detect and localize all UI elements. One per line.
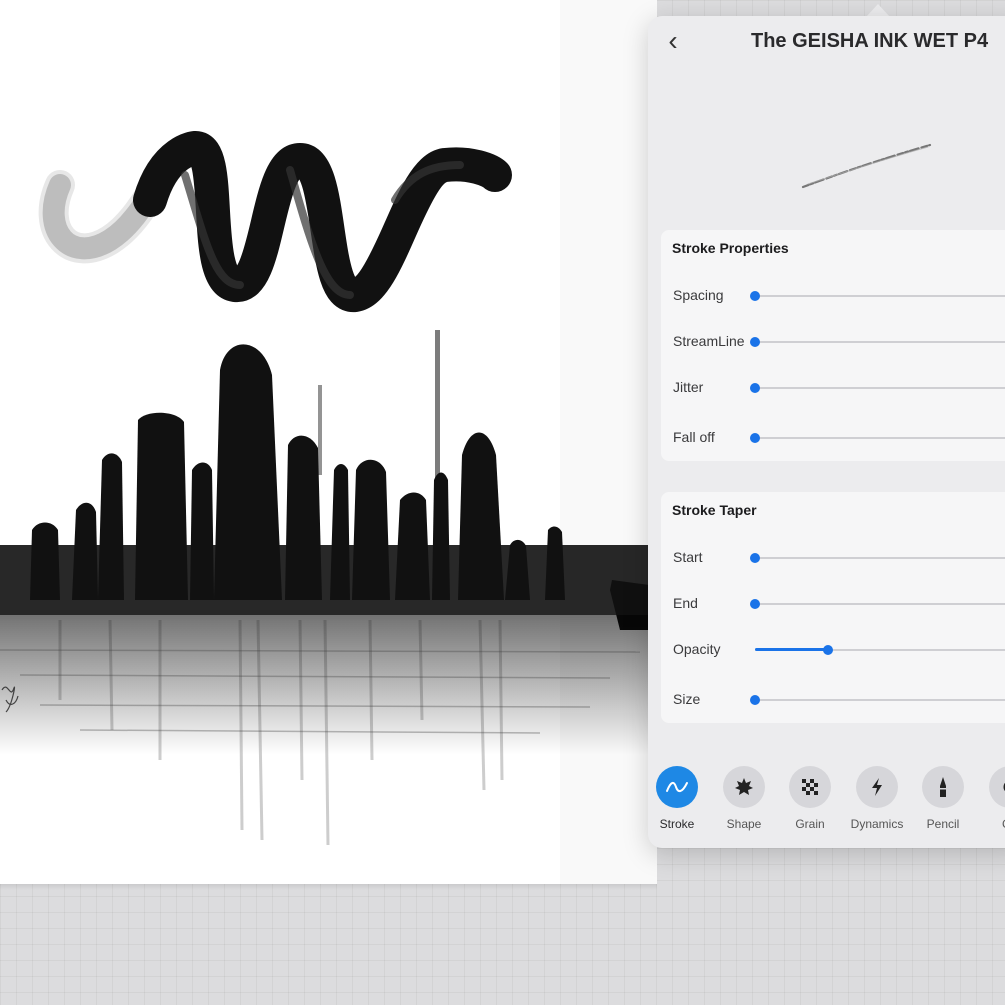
brush-category-tabs: Stroke Shape Grain Dynamics Pencil (648, 766, 1005, 836)
start-slider[interactable] (750, 551, 1005, 565)
stroke-taper-title: Stroke Taper (672, 502, 757, 518)
ink-skyline (0, 330, 657, 630)
ink-artwork (0, 0, 657, 884)
slider-thumb[interactable] (750, 695, 760, 705)
opacity-slider[interactable] (755, 643, 1005, 657)
tab-shape[interactable]: Shape (711, 766, 777, 831)
tab-dynamics[interactable]: Dynamics (844, 766, 910, 831)
fall-off-label: Fall off (673, 429, 715, 445)
fall-off-slider[interactable] (750, 431, 1005, 445)
slider-thumb[interactable] (822, 645, 833, 655)
tab-general[interactable]: Ge (977, 766, 1005, 831)
streamline-slider[interactable] (750, 335, 1005, 349)
tab-grain[interactable]: Grain (777, 766, 843, 831)
brush-settings-panel: ‹ The GEISHA INK WET P4 Stroke Propertie… (648, 16, 1005, 848)
shape-icon (723, 766, 765, 808)
slider-thumb[interactable] (750, 553, 760, 563)
tab-grain-label: Grain (795, 817, 825, 831)
pencil-icon (922, 766, 964, 808)
jitter-slider[interactable] (750, 381, 1005, 395)
tab-pencil[interactable]: Pencil (910, 766, 976, 831)
tab-stroke[interactable]: Stroke (648, 766, 710, 831)
back-button[interactable]: ‹ (662, 25, 684, 56)
tab-stroke-label: Stroke (659, 817, 695, 831)
stroke-path-icon (656, 766, 698, 808)
tab-general-label: Ge (977, 817, 1005, 831)
ink-reflection (0, 615, 657, 846)
end-label: End (673, 595, 698, 611)
lightning-icon (856, 766, 898, 808)
stroke-properties-title: Stroke Properties (672, 240, 789, 256)
chevron-left-icon: ‹ (668, 25, 678, 56)
stroke-properties-card: Stroke Properties Spacing StreamLine Jit… (661, 230, 1005, 461)
size-label: Size (673, 691, 701, 707)
jitter-label: Jitter (673, 379, 704, 395)
end-slider[interactable] (750, 597, 1005, 611)
slider-thumb[interactable] (750, 433, 760, 443)
grain-icon (789, 766, 831, 808)
spacing-slider[interactable] (750, 289, 1005, 303)
stroke-taper-card: Stroke Taper Start End Opacity Size (661, 492, 1005, 723)
slider-thumb[interactable] (750, 337, 760, 347)
tab-shape-label: Shape (726, 817, 762, 831)
canvas-edge-shade (560, 0, 657, 884)
brush-name-title: The GEISHA INK WET P4 (751, 30, 989, 52)
canvas-shadow (0, 884, 657, 890)
tab-dynamics-label: Dynamics (850, 817, 904, 831)
drawing-canvas[interactable] (0, 0, 657, 884)
spacing-label: Spacing (673, 287, 724, 303)
slider-thumb[interactable] (750, 599, 760, 609)
brush-stroke-preview[interactable] (648, 72, 1005, 232)
gear-icon (989, 766, 1005, 808)
tab-pencil-label: Pencil (926, 817, 960, 831)
start-label: Start (673, 549, 703, 565)
opacity-label: Opacity (673, 641, 721, 657)
streamline-label: StreamLine (673, 333, 745, 349)
slider-thumb[interactable] (750, 383, 760, 393)
preview-stroke-graphic (801, 143, 932, 189)
size-slider[interactable] (750, 693, 1005, 707)
slider-thumb[interactable] (750, 291, 760, 301)
brush-stroke-sample (38, 131, 512, 312)
